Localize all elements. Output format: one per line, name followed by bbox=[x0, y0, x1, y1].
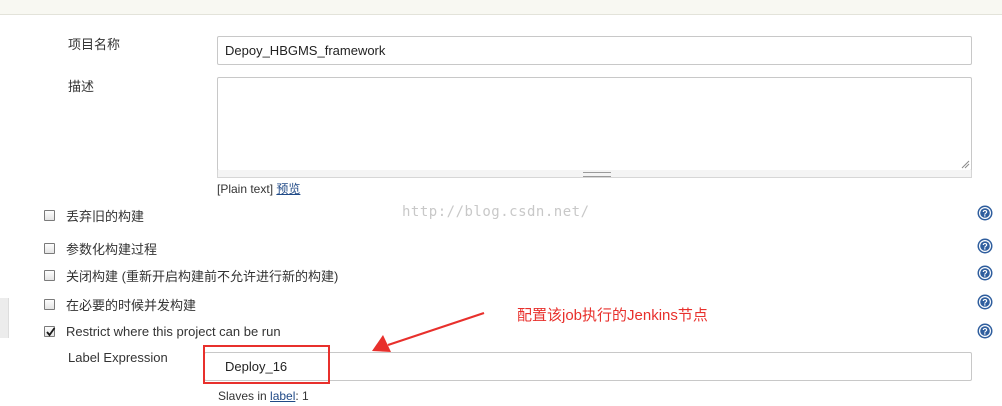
project-name-label: 项目名称 bbox=[68, 37, 121, 52]
preview-link[interactable]: 预览 bbox=[276, 182, 300, 196]
checkbox-checked[interactable] bbox=[44, 326, 56, 337]
side-panel-edge bbox=[0, 298, 9, 338]
option-restrict-where-run[interactable]: Restrict where this project can be run bbox=[44, 324, 281, 339]
slaves-in-label-note: Slaves in label: 1 bbox=[218, 389, 309, 403]
label-expression-label: Label Expression bbox=[68, 350, 168, 365]
resize-grip-icon[interactable] bbox=[961, 160, 970, 169]
svg-text:?: ? bbox=[982, 242, 988, 252]
option-label: 关闭构建 (重新开启构建前不允许进行新的构建) bbox=[66, 269, 339, 284]
option-disable-build[interactable]: 关闭构建 (重新开启构建前不允许进行新的构建) bbox=[44, 266, 338, 285]
option-concurrent-builds[interactable]: 在必要的时候并发构建 bbox=[44, 295, 196, 314]
watermark: http://blog.csdn.net/ bbox=[402, 204, 590, 220]
slaves-prefix: Slaves in bbox=[218, 389, 271, 403]
help-icon[interactable]: ? bbox=[977, 323, 993, 339]
option-label: 在必要的时候并发构建 bbox=[66, 298, 197, 313]
checkbox[interactable] bbox=[44, 210, 55, 221]
checkbox[interactable] bbox=[44, 270, 55, 281]
description-textarea[interactable] bbox=[217, 77, 972, 171]
help-icon[interactable]: ? bbox=[977, 265, 993, 281]
svg-text:?: ? bbox=[982, 209, 988, 219]
label-link[interactable]: label bbox=[270, 389, 295, 403]
option-parameterized-build[interactable]: 参数化构建过程 bbox=[44, 239, 157, 258]
annotation-text: 配置该job执行的Jenkins节点 bbox=[517, 307, 708, 324]
textarea-resize-bar[interactable] bbox=[217, 170, 972, 178]
help-icon[interactable]: ? bbox=[977, 294, 993, 310]
option-discard-old-builds[interactable]: 丢弃旧的构建 bbox=[44, 206, 144, 225]
checkbox[interactable] bbox=[44, 243, 55, 254]
svg-text:?: ? bbox=[982, 327, 988, 337]
resize-handle-icon bbox=[583, 172, 611, 177]
description-label: 描述 bbox=[68, 79, 95, 94]
project-name-value: Depoy_HBGMS_framework bbox=[225, 43, 386, 58]
help-icon[interactable]: ? bbox=[977, 205, 993, 221]
highlight-box bbox=[203, 345, 330, 384]
help-icon[interactable]: ? bbox=[977, 238, 993, 254]
svg-text:?: ? bbox=[982, 298, 988, 308]
project-name-input[interactable]: Depoy_HBGMS_framework bbox=[217, 36, 972, 65]
option-label: Restrict where this project can be run bbox=[66, 324, 281, 339]
option-label: 参数化构建过程 bbox=[66, 242, 158, 257]
option-label: 丢弃旧的构建 bbox=[66, 209, 145, 224]
svg-text:?: ? bbox=[982, 269, 988, 279]
description-format-note: [Plain text] 预览 bbox=[217, 180, 300, 197]
top-bar bbox=[0, 0, 1002, 15]
slaves-suffix: : 1 bbox=[295, 389, 309, 403]
checkbox[interactable] bbox=[44, 299, 55, 310]
checkmark-icon bbox=[46, 327, 56, 337]
plain-text-label: [Plain text] bbox=[217, 182, 274, 196]
annotation-arrow-icon bbox=[372, 311, 485, 352]
